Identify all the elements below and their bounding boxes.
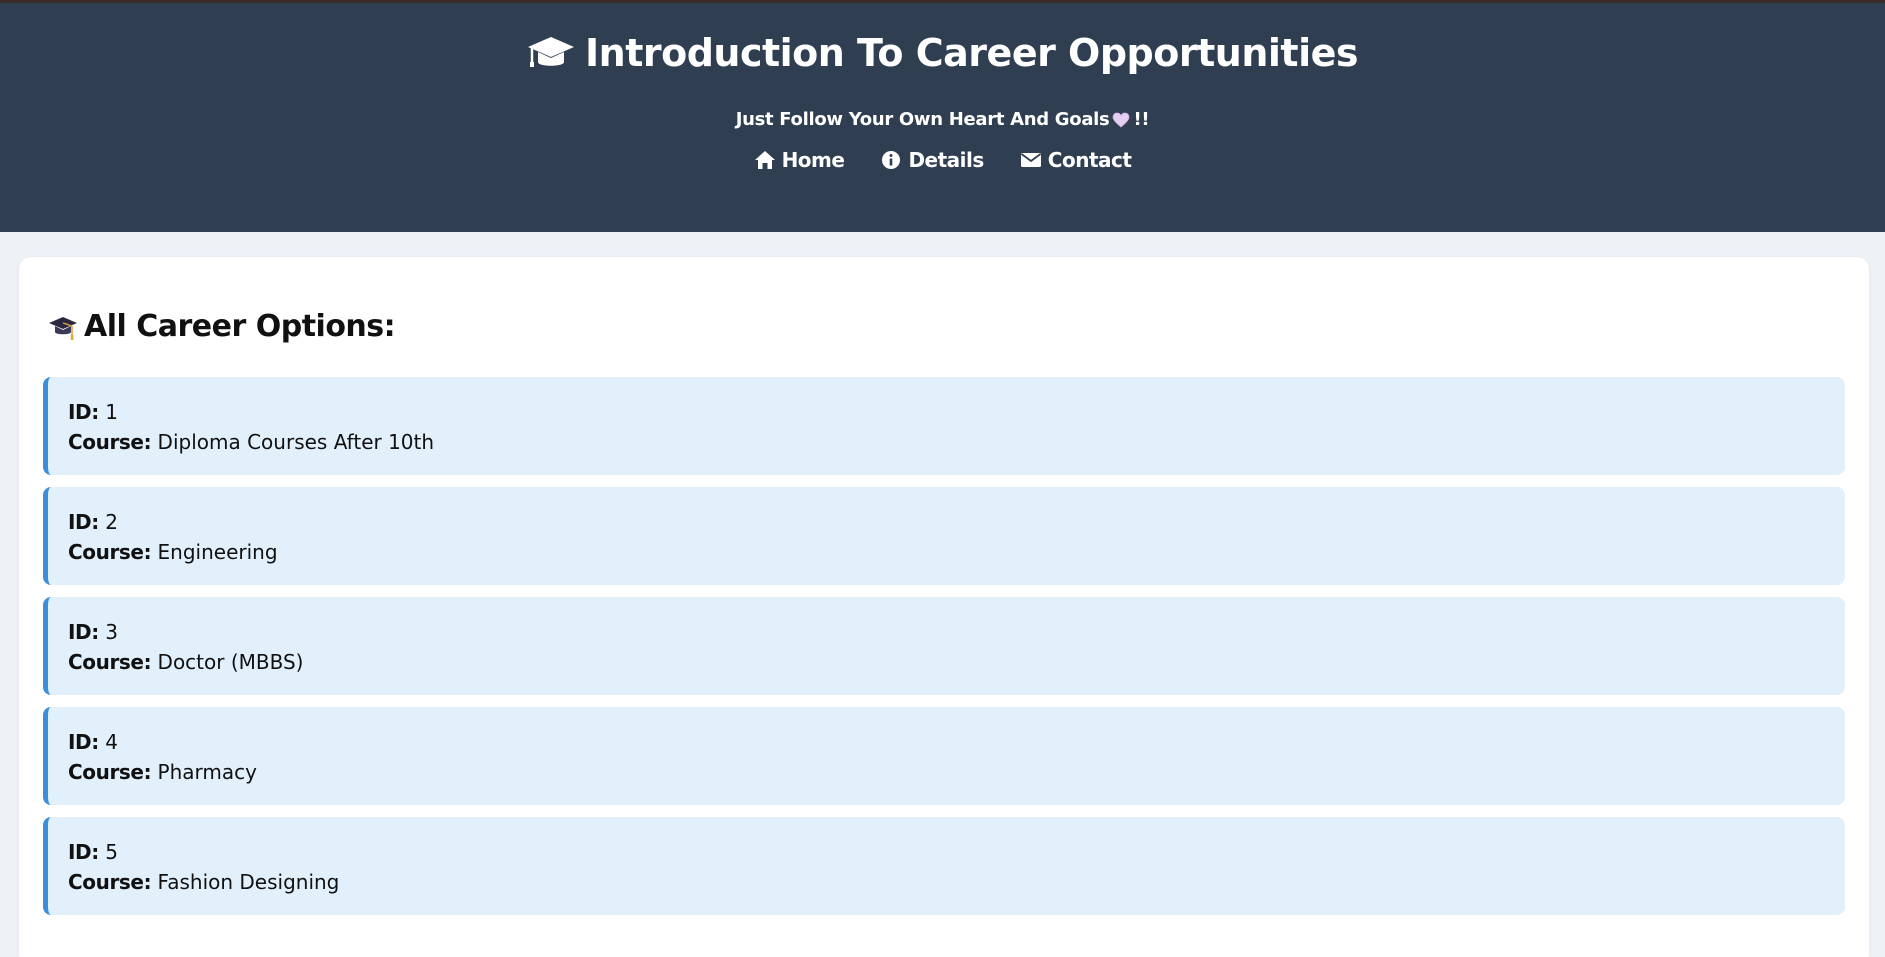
- career-card: ID: 3 Course: Doctor (MBBS): [43, 597, 1845, 695]
- career-id-line: ID: 3: [68, 617, 1845, 647]
- content-panel: All Career Options: ID: 1 Course: Diplom…: [19, 257, 1869, 957]
- tagline-text: Just Follow Your Own Heart And Goals: [735, 109, 1110, 130]
- course-label: Course:: [68, 650, 152, 674]
- career-course: Engineering: [157, 540, 278, 564]
- heart-icon: [1113, 112, 1130, 128]
- tagline-suffix: !!: [1133, 109, 1150, 130]
- career-course: Diploma Courses After 10th: [157, 430, 435, 454]
- career-id-line: ID: 2: [68, 507, 1845, 537]
- section-title: All Career Options:: [48, 309, 396, 344]
- career-card: ID: 4 Course: Pharmacy: [43, 707, 1845, 805]
- id-label: ID:: [68, 840, 99, 864]
- career-id: 2: [105, 510, 118, 534]
- course-label: Course:: [68, 430, 152, 454]
- career-course-line: Course: Doctor (MBBS): [68, 647, 1845, 677]
- career-id: 3: [105, 620, 118, 644]
- career-card: ID: 1 Course: Diploma Courses After 10th: [43, 377, 1845, 475]
- site-header: Introduction To Career Opportunities Jus…: [0, 3, 1885, 232]
- id-label: ID:: [68, 510, 99, 534]
- career-course: Fashion Designing: [157, 870, 340, 894]
- career-id-line: ID: 5: [68, 837, 1845, 867]
- career-course: Pharmacy: [157, 760, 257, 784]
- course-label: Course:: [68, 760, 152, 784]
- graduation-cap-icon: [528, 37, 574, 67]
- career-course-line: Course: Diploma Courses After 10th: [68, 427, 1845, 457]
- career-card: ID: 2 Course: Engineering: [43, 487, 1845, 585]
- id-label: ID:: [68, 730, 99, 754]
- career-course-line: Course: Pharmacy: [68, 757, 1845, 787]
- nav-contact-label: Contact: [1047, 148, 1132, 172]
- nav-home-label: Home: [781, 148, 845, 172]
- main-nav: Home Details Contact: [0, 148, 1885, 172]
- career-id: 4: [105, 730, 118, 754]
- career-course-line: Course: Engineering: [68, 537, 1845, 567]
- nav-home-link[interactable]: Home: [754, 148, 845, 172]
- id-label: ID:: [68, 620, 99, 644]
- career-card: ID: 5 Course: Fashion Designing: [43, 817, 1845, 915]
- nav-details-label: Details: [908, 148, 984, 172]
- section-title-text: All Career Options:: [84, 309, 396, 344]
- career-id: 1: [105, 400, 118, 424]
- career-course-line: Course: Fashion Designing: [68, 867, 1845, 897]
- nav-details-link[interactable]: Details: [880, 148, 984, 172]
- home-icon: [754, 151, 775, 169]
- career-list: ID: 1 Course: Diploma Courses After 10th…: [43, 377, 1845, 927]
- site-title-text: Introduction To Career Opportunities: [585, 31, 1359, 75]
- course-label: Course:: [68, 540, 152, 564]
- envelope-icon: [1020, 153, 1041, 167]
- id-label: ID:: [68, 400, 99, 424]
- nav-contact-link[interactable]: Contact: [1020, 148, 1132, 172]
- career-id-line: ID: 4: [68, 727, 1845, 757]
- career-id: 5: [105, 840, 118, 864]
- tagline: Just Follow Your Own Heart And Goals !!: [0, 109, 1885, 130]
- career-id-line: ID: 1: [68, 397, 1845, 427]
- course-label: Course:: [68, 870, 152, 894]
- graduation-cap-emoji-icon: [49, 316, 77, 340]
- info-icon: [882, 151, 901, 169]
- career-course: Doctor (MBBS): [157, 650, 304, 674]
- site-title: Introduction To Career Opportunities: [527, 3, 1359, 75]
